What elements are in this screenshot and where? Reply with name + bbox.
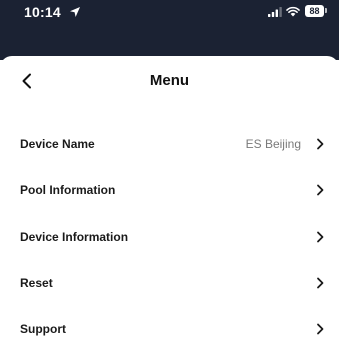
menu-item-label: Device Name	[20, 137, 95, 151]
menu-item-label: Reset	[20, 276, 53, 290]
page-title: Menu	[149, 72, 190, 89]
menu-item-pool-information[interactable]: Pool Information	[0, 171, 339, 211]
wifi-icon	[286, 6, 300, 17]
menu-item-device-information[interactable]: Device Information	[0, 218, 339, 258]
chevron-right-icon	[317, 184, 324, 196]
menu-item-device-name[interactable]: Device Name ES Beijing	[0, 125, 339, 165]
battery-level: 88	[309, 6, 320, 16]
location-arrow-icon	[70, 7, 80, 17]
menu-item-label: Support	[20, 322, 66, 336]
chevron-right-icon	[317, 138, 324, 150]
menu-item-label: Pool Information	[20, 183, 116, 197]
menu-item-reset[interactable]: Reset	[0, 264, 339, 304]
chevron-right-icon	[317, 323, 324, 335]
menu-item-label: Device Information	[20, 230, 129, 244]
chevron-right-icon	[317, 277, 324, 289]
chevron-right-icon	[317, 231, 324, 243]
status-time: 10:14	[24, 4, 61, 20]
device-name-value: ES Beijing	[245, 137, 301, 151]
signal-bars-icon	[268, 7, 282, 17]
battery-tip	[325, 8, 327, 13]
status-bar: 10:14 88	[0, 0, 339, 60]
menu-item-support[interactable]: Support	[0, 310, 339, 350]
battery-icon: 88	[305, 5, 324, 17]
